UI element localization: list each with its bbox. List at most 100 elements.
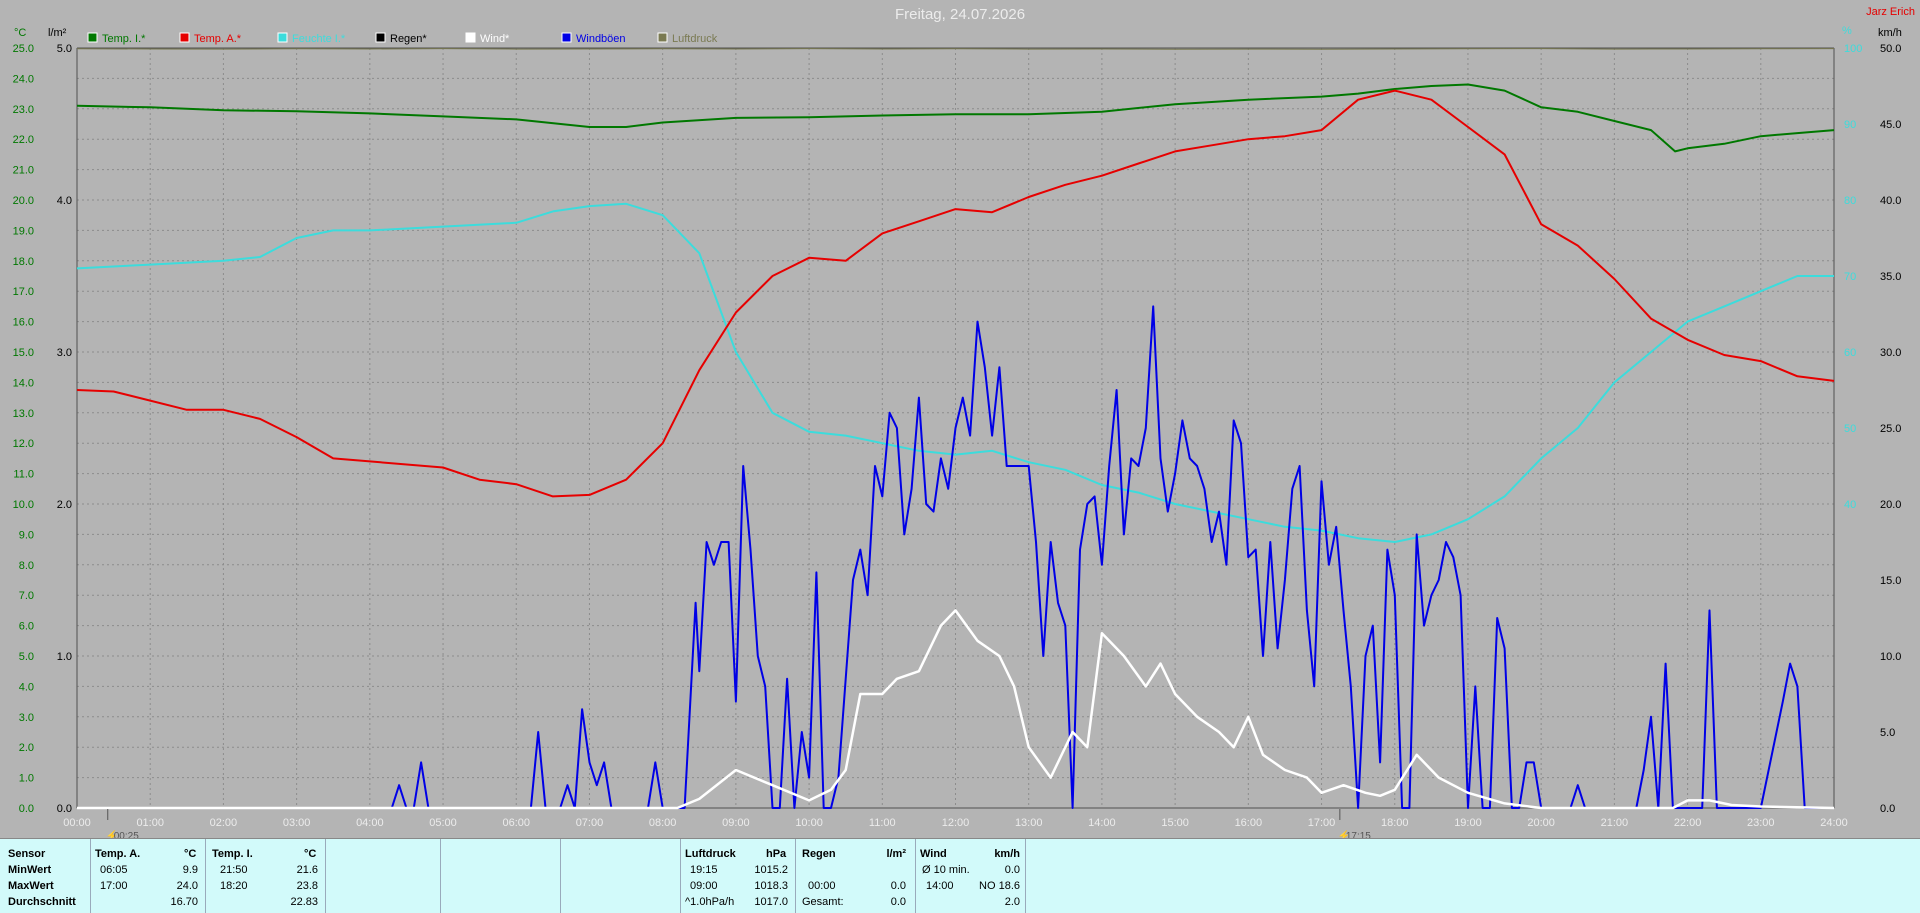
legend-label: Temp. I.* bbox=[102, 33, 146, 45]
temp-a-min-value: 9.9 bbox=[182, 864, 198, 876]
temp-tick-label: 9.0 bbox=[19, 529, 34, 541]
temp-tick-label: 17.0 bbox=[13, 286, 34, 298]
temp-tick-label: 25.0 bbox=[13, 43, 34, 55]
time-tick-label: 14:00 bbox=[1088, 817, 1116, 829]
pressure-min-time: 19:15 bbox=[690, 864, 718, 876]
time-tick-label: 07:00 bbox=[576, 817, 604, 829]
time-tick-label: 16:00 bbox=[1235, 817, 1263, 829]
time-tick-label: 11:00 bbox=[869, 817, 896, 829]
time-tick-label: 04:00 bbox=[356, 817, 384, 829]
wind-tick-label: 35.0 bbox=[1880, 271, 1901, 283]
rain-unit-label: l/m² bbox=[48, 27, 67, 39]
temp-tick-label: 13.0 bbox=[13, 408, 34, 420]
temp-tick-label: 22.0 bbox=[13, 134, 34, 146]
rain-total-value: 0.0 bbox=[890, 896, 906, 908]
pressure-min-value: 1015.2 bbox=[754, 864, 788, 876]
time-tick-label: 05:00 bbox=[429, 817, 457, 829]
temp-unit-label: °C bbox=[14, 27, 26, 39]
humidity-tick-label: 70 bbox=[1844, 271, 1856, 283]
humidity-tick-label: 80 bbox=[1844, 195, 1856, 207]
temp-tick-label: 12.0 bbox=[13, 438, 34, 450]
time-tick-label: 19:00 bbox=[1454, 817, 1482, 829]
time-tick-label: 03:00 bbox=[283, 817, 311, 829]
temp-tick-label: 3.0 bbox=[19, 712, 34, 724]
author-label: Jarz Erich bbox=[1866, 6, 1915, 18]
pressure-unit: hPa bbox=[766, 848, 787, 860]
legend-swatch bbox=[465, 32, 476, 43]
wind-tick-label: 5.0 bbox=[1880, 727, 1895, 739]
wind-avg10-label: Ø 10 min. bbox=[922, 864, 970, 876]
temp-tick-label: 5.0 bbox=[19, 651, 34, 663]
stats-divider bbox=[90, 839, 91, 913]
legend-label: Temp. A.* bbox=[194, 33, 242, 45]
rain-total-label: Gesamt: bbox=[802, 896, 844, 908]
wind-title: Wind bbox=[920, 848, 947, 860]
time-tick-label: 01:00 bbox=[136, 817, 164, 829]
temp-tick-label: 2.0 bbox=[19, 742, 34, 754]
pressure-trend-label: ^1.0hPa/h bbox=[685, 896, 735, 908]
legend-label: Luftdruck bbox=[672, 33, 718, 45]
temp-tick-label: 15.0 bbox=[13, 347, 34, 359]
temp-i-max-value: 23.8 bbox=[296, 880, 318, 892]
temp-tick-label: 4.0 bbox=[19, 681, 34, 693]
wind-tick-label: 45.0 bbox=[1880, 119, 1901, 131]
rain-tick-label: 2.0 bbox=[57, 499, 72, 511]
time-tick-label: 23:00 bbox=[1747, 817, 1775, 829]
stats-divider bbox=[1025, 839, 1026, 913]
weather-chart: Freitag, 24.07.2026 Jarz Erich °C l/m² %… bbox=[0, 0, 1920, 838]
time-tick-label: 06:00 bbox=[502, 817, 530, 829]
temp-tick-label: 1.0 bbox=[19, 773, 34, 785]
temp-a-title: Temp. A. bbox=[95, 848, 141, 860]
time-tick-label: 10:00 bbox=[795, 817, 823, 829]
temp-i-average: 22.83 bbox=[290, 896, 318, 908]
stats-divider bbox=[915, 839, 916, 913]
legend-swatch bbox=[561, 32, 572, 43]
rain-title: Regen bbox=[802, 848, 836, 860]
temp-a-average: 16.70 bbox=[170, 896, 198, 908]
stats-divider bbox=[440, 839, 441, 913]
row-label-max: MaxWert bbox=[8, 880, 54, 892]
temp-tick-label: 7.0 bbox=[19, 590, 34, 602]
rain-tick-label: 3.0 bbox=[57, 347, 72, 359]
rain-value: 0.0 bbox=[890, 880, 906, 892]
time-tick-label: 09:00 bbox=[722, 817, 750, 829]
wind-max-value: NO 18.6 bbox=[979, 880, 1020, 892]
wind-unit-label: km/h bbox=[1878, 27, 1902, 39]
time-tick-label: 20:00 bbox=[1527, 817, 1555, 829]
temp-tick-label: 18.0 bbox=[13, 256, 34, 268]
legend-label: Windböen bbox=[576, 33, 626, 45]
pressure-title: Luftdruck bbox=[685, 848, 736, 860]
time-tick-label: 08:00 bbox=[649, 817, 677, 829]
marker-label: 17:15 bbox=[1346, 831, 1371, 838]
time-tick-label: 13:00 bbox=[1015, 817, 1043, 829]
wind-tick-label: 25.0 bbox=[1880, 423, 1901, 435]
time-tick-label: 02:00 bbox=[210, 817, 238, 829]
pressure-max-value: 1018.3 bbox=[754, 880, 788, 892]
series-line-luftdruck bbox=[76, 48, 1835, 50]
temp-tick-label: 20.0 bbox=[13, 195, 34, 207]
temp-tick-label: 24.0 bbox=[13, 73, 34, 85]
temp-i-min-value: 21.6 bbox=[296, 864, 318, 876]
temp-tick-label: 0.0 bbox=[19, 803, 34, 815]
legend-swatch bbox=[87, 32, 98, 43]
temp-tick-label: 10.0 bbox=[13, 499, 34, 511]
wind-tick-label: 50.0 bbox=[1880, 43, 1901, 55]
humidity-tick-label: 50 bbox=[1844, 423, 1856, 435]
humidity-tick-label: 100 bbox=[1844, 43, 1862, 55]
temp-tick-label: 21.0 bbox=[13, 165, 34, 177]
legend-swatch bbox=[657, 32, 668, 43]
marker-label: 00:25 bbox=[114, 831, 139, 838]
legend-swatch bbox=[375, 32, 386, 43]
temp-tick-label: 11.0 bbox=[13, 469, 34, 481]
temp-a-max-time: 17:00 bbox=[100, 880, 128, 892]
temp-tick-label: 8.0 bbox=[19, 560, 34, 572]
temp-tick-label: 19.0 bbox=[13, 225, 34, 237]
rain-tick-label: 5.0 bbox=[57, 43, 72, 55]
time-tick-label: 15:00 bbox=[1161, 817, 1189, 829]
rain-tick-label: 1.0 bbox=[57, 651, 72, 663]
temp-tick-label: 6.0 bbox=[19, 621, 34, 633]
temp-tick-label: 23.0 bbox=[13, 104, 34, 116]
humidity-tick-label: 40 bbox=[1844, 499, 1856, 511]
rain-time: 00:00 bbox=[808, 880, 836, 892]
legend-label: Wind* bbox=[480, 33, 510, 45]
